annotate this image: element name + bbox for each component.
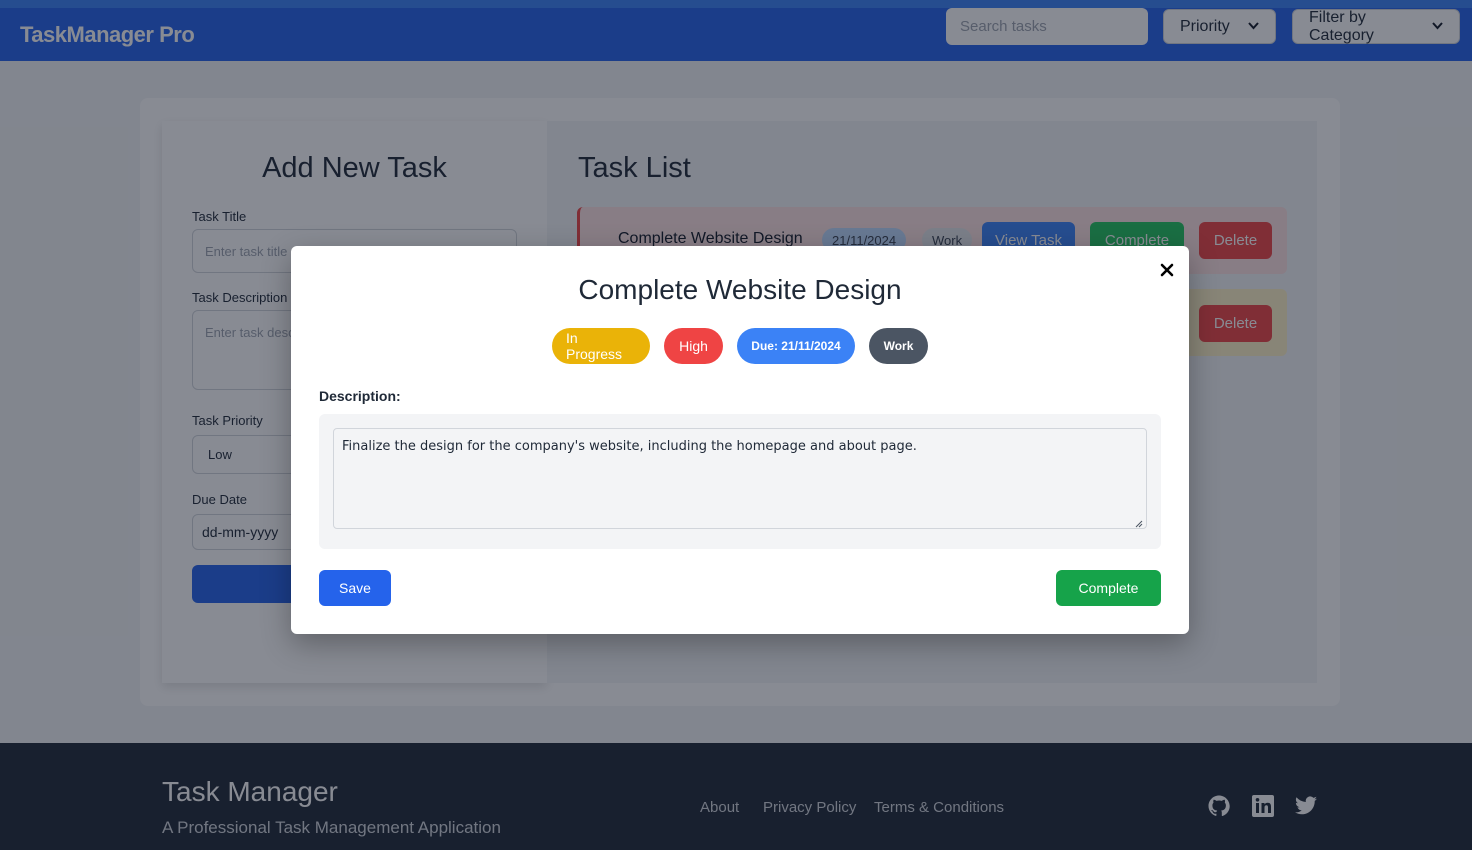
description-textarea[interactable]: Finalize the design for the company's we…: [333, 428, 1147, 529]
description-container: Finalize the design for the company's we…: [319, 414, 1161, 549]
modal-title: Complete Website Design: [578, 274, 902, 305]
due-date-badge: Due: 21/11/2024: [737, 328, 855, 364]
status-badge: In Progress: [552, 328, 650, 364]
priority-badge: High: [664, 328, 723, 364]
complete-button[interactable]: Complete: [1056, 570, 1161, 606]
task-detail-modal: Complete Website Design In Progress High…: [291, 246, 1189, 634]
description-text: Finalize the design for the company's we…: [342, 439, 917, 454]
save-button[interactable]: Save: [319, 570, 391, 606]
description-label: Description:: [319, 388, 401, 404]
resize-grip-icon[interactable]: [1135, 517, 1143, 528]
category-badge: Work: [869, 328, 928, 364]
